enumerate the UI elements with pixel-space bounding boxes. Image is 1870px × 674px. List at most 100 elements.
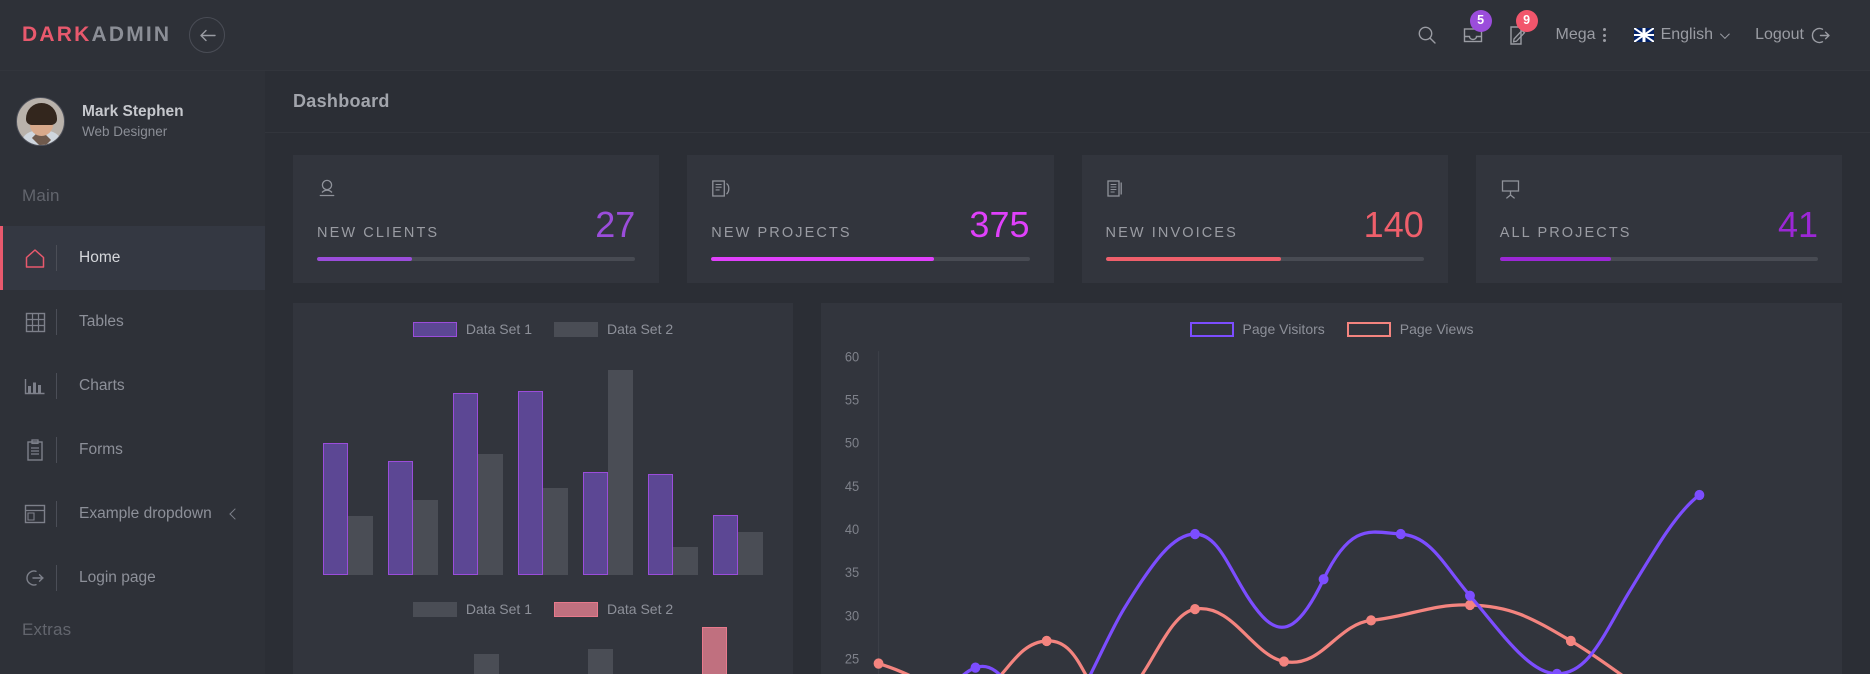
search-button[interactable] bbox=[1404, 0, 1450, 71]
language-selector[interactable]: English bbox=[1620, 0, 1741, 71]
legend-item[interactable]: Data Set 2 bbox=[554, 321, 673, 337]
chevron-down-icon bbox=[1720, 28, 1730, 39]
mega-menu-label: Mega bbox=[1555, 26, 1596, 43]
sidebar-section-main: Main bbox=[22, 186, 60, 205]
sidebar-item-tables[interactable]: Tables bbox=[0, 290, 265, 354]
mega-menu-button[interactable]: Mega bbox=[1542, 0, 1620, 71]
legend-label: Data Set 2 bbox=[607, 321, 674, 338]
sidebar-item-home[interactable]: Home bbox=[0, 226, 265, 290]
brand-zone: DARKADMIN bbox=[0, 17, 265, 53]
bar-chart-plot bbox=[309, 347, 777, 576]
bar-group bbox=[387, 461, 438, 576]
bar-chart2-plot bbox=[309, 627, 777, 674]
logout-icon bbox=[1811, 27, 1830, 43]
search-icon bbox=[1418, 26, 1436, 44]
bar-series1[interactable] bbox=[713, 515, 739, 576]
logout-label: Logout bbox=[1755, 26, 1804, 43]
bar-series1[interactable] bbox=[452, 393, 478, 576]
bar-group bbox=[583, 370, 634, 576]
y-tick-label: 35 bbox=[845, 565, 859, 580]
stat-card-new-invoices[interactable]: NEW INVOICES 140 bbox=[1081, 155, 1448, 284]
legend-item[interactable]: Data Set 1 bbox=[412, 601, 532, 618]
bar-series1[interactable] bbox=[648, 474, 674, 576]
legend-swatch bbox=[1346, 321, 1391, 337]
inbox-button[interactable]: 5 bbox=[1450, 0, 1496, 71]
bar-group bbox=[322, 443, 373, 576]
presentation-icon bbox=[1500, 179, 1818, 201]
app-logo[interactable]: DARKADMIN bbox=[22, 23, 171, 47]
bar-chart-icon bbox=[14, 377, 56, 396]
legend-label: Data Set 1 bbox=[465, 601, 532, 618]
sidebar-profile[interactable]: Mark Stephen Web Designer bbox=[0, 71, 265, 176]
stat-card-label: NEW INVOICES bbox=[1105, 225, 1238, 242]
legend-swatch bbox=[554, 601, 598, 617]
bar-group bbox=[713, 515, 764, 576]
bar-series2[interactable] bbox=[608, 370, 634, 576]
bar-series1[interactable] bbox=[387, 461, 413, 576]
sidebar-item-example-dropdown[interactable]: Example dropdown bbox=[0, 482, 265, 546]
compose-button[interactable]: 9 bbox=[1496, 0, 1542, 71]
home-icon bbox=[14, 248, 56, 269]
bar-series2[interactable] bbox=[542, 488, 568, 576]
bar-chart-card: Data Set 1 Data Set 2 Data Set 1 Data Se… bbox=[293, 303, 793, 674]
sidebar-item-label: Tables bbox=[79, 313, 124, 330]
table-grid-icon bbox=[14, 312, 56, 333]
sidebar-collapse-button[interactable] bbox=[189, 17, 226, 53]
bar-series1[interactable] bbox=[517, 391, 543, 576]
bar-series1[interactable] bbox=[587, 649, 613, 674]
legend-swatch bbox=[554, 321, 598, 337]
legend-label: Page Views bbox=[1399, 321, 1474, 338]
bar-series1[interactable] bbox=[322, 443, 348, 576]
line-chart-plot: 60 55 50 45 40 35 30 25 bbox=[837, 347, 1826, 674]
stat-card-all-projects[interactable]: ALL PROJECTS 41 bbox=[1475, 155, 1842, 284]
bar-series2[interactable] bbox=[738, 532, 764, 576]
logout-button[interactable]: Logout bbox=[1741, 0, 1844, 71]
logo-dark-text: DARK bbox=[22, 23, 92, 46]
page-title: Dashboard bbox=[293, 91, 390, 111]
y-tick-label: 40 bbox=[845, 522, 859, 537]
progress-bar bbox=[1499, 257, 1818, 262]
legend-item[interactable]: Page Views bbox=[1346, 321, 1474, 338]
bar-series1[interactable] bbox=[473, 654, 499, 674]
bar-series2[interactable] bbox=[701, 627, 727, 674]
clipboard-icon bbox=[14, 439, 56, 461]
bar-group bbox=[473, 654, 499, 674]
compose-badge: 9 bbox=[1515, 9, 1538, 32]
bar-group bbox=[587, 649, 613, 674]
inbox-badge: 5 bbox=[1469, 9, 1492, 32]
bar-series2[interactable] bbox=[477, 454, 503, 576]
profile-role: Web Designer bbox=[82, 123, 168, 139]
y-tick-label: 45 bbox=[845, 479, 859, 494]
sign-in-icon bbox=[14, 568, 56, 588]
legend-item[interactable]: Data Set 1 bbox=[412, 321, 532, 337]
stat-card-label: NEW PROJECTS bbox=[711, 225, 852, 242]
arrow-left-icon bbox=[200, 29, 216, 41]
language-label: English bbox=[1660, 26, 1714, 43]
stat-card-label: NEW CLIENTS bbox=[317, 225, 440, 242]
legend-label: Page Visitors bbox=[1242, 321, 1325, 338]
bar-series2[interactable] bbox=[347, 516, 373, 576]
charts-row: Data Set 1 Data Set 2 Data Set 1 Data Se… bbox=[293, 303, 1842, 674]
profile-name: Mark Stephen bbox=[82, 102, 184, 120]
top-navbar: DARKADMIN 5 9 Mega English Logout bbox=[0, 0, 1870, 71]
invoice-icon bbox=[1106, 179, 1424, 201]
topbar-actions: 5 9 Mega English Logout bbox=[1404, 0, 1870, 70]
bar-series1[interactable] bbox=[583, 472, 609, 576]
legend-item[interactable]: Data Set 2 bbox=[554, 601, 673, 617]
legend-item[interactable]: Page Visitors bbox=[1189, 321, 1325, 338]
legend-swatch bbox=[1189, 321, 1234, 337]
avatar bbox=[16, 97, 65, 146]
bar-series2[interactable] bbox=[673, 547, 699, 576]
sidebar-item-login-page[interactable]: Login page bbox=[0, 546, 265, 610]
y-tick-label: 60 bbox=[845, 350, 859, 365]
stat-card-new-projects[interactable]: NEW PROJECTS 375 bbox=[687, 155, 1054, 284]
main-content: Dashboard NEW CLIENTS 27 NEW PROJECTS 37… bbox=[265, 71, 1870, 674]
sidebar-item-forms[interactable]: Forms bbox=[0, 418, 265, 482]
window-icon bbox=[14, 504, 56, 524]
stat-card-value: 27 bbox=[595, 204, 636, 245]
stat-card-new-clients[interactable]: NEW CLIENTS 27 bbox=[293, 155, 660, 284]
bar-series2[interactable] bbox=[412, 500, 438, 576]
bar-group bbox=[452, 393, 503, 576]
y-axis: 60 55 50 45 40 35 30 25 bbox=[845, 350, 880, 674]
sidebar-item-charts[interactable]: Charts bbox=[0, 354, 265, 418]
